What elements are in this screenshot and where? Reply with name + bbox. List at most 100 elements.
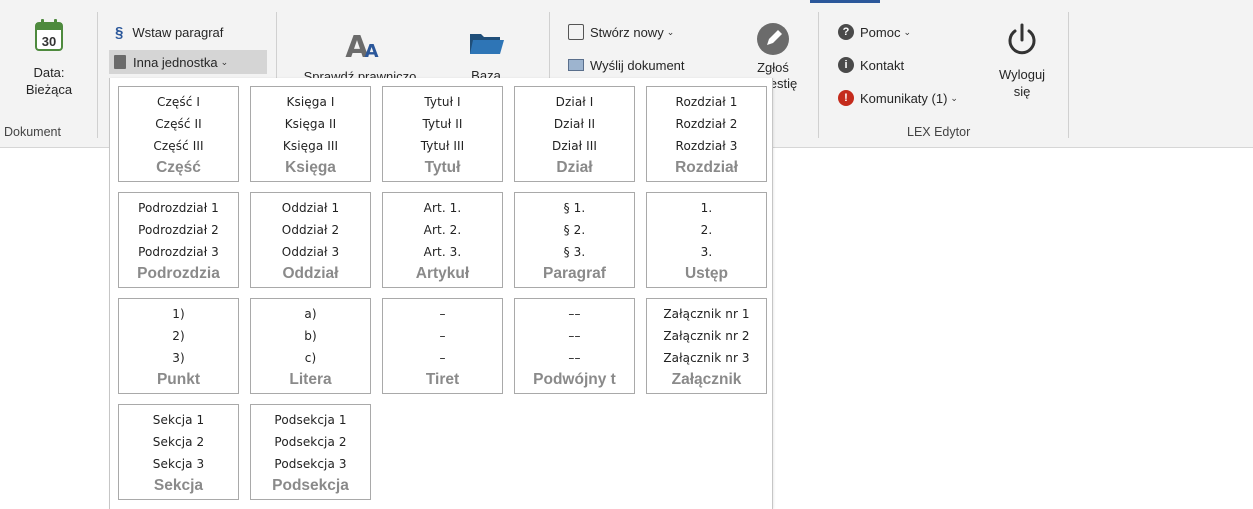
unit-tile-example: Podsekcja 3	[274, 457, 347, 471]
unit-tile-example: Część III	[153, 139, 204, 153]
unit-tile-example: § 2.	[563, 223, 586, 237]
unit-tile-example: Podrozdział 1	[138, 201, 219, 215]
unit-tile-name: Paragraf	[543, 265, 606, 282]
unit-tile[interactable]: Załącznik nr 1 Załącznik nr 2 Załącznik nr…	[646, 298, 767, 394]
unit-tile[interactable]: Sekcja 1 Sekcja 2 Sekcja 3 Sekcja	[118, 404, 239, 500]
check-legal-button[interactable]: AA Sprawdź prawniczo	[304, 30, 417, 84]
unit-tile[interactable]: 1. 2. 3. Ustęp	[646, 192, 767, 288]
unit-tile-example: Art. 1.	[423, 201, 462, 215]
messages-label: Komunikaty (1)	[860, 90, 948, 106]
new-document-icon	[568, 24, 584, 40]
group-separator	[97, 12, 98, 138]
insert-paragraph-button[interactable]: § Wstaw paragraf	[115, 22, 223, 42]
unit-tile[interactable]: Dział I Dział II Dział III Dział	[514, 86, 635, 182]
unit-tile-example: § 3.	[563, 245, 586, 259]
unit-tile[interactable]: Tytuł I Tytuł II Tytuł III Tytuł	[382, 86, 503, 182]
unit-tile-example: Księga III	[282, 139, 339, 153]
active-tab-indicator	[810, 0, 880, 3]
unit-tile-example: Oddział 2	[281, 223, 340, 237]
unit-tile-example: Księga I	[286, 95, 335, 109]
unit-tile[interactable]: § 1. § 2. § 3. Paragraf	[514, 192, 635, 288]
calendar-icon: 30	[35, 19, 63, 51]
other-unit-button[interactable]: Inna jednostka ⌄	[109, 50, 267, 74]
unit-tile-name: Litera	[289, 371, 332, 388]
unit-tile-example: –	[439, 329, 446, 343]
unit-tile-example: Tytuł II	[422, 117, 463, 131]
unit-tile[interactable]: a) b) c) Litera	[250, 298, 371, 394]
unit-tile[interactable]: Oddział 1 Oddział 2 Oddział 3 Oddział	[250, 192, 371, 288]
unit-tile-example: § 1.	[563, 201, 586, 215]
unit-tile-name: Tytuł	[424, 159, 461, 176]
unit-tile-example: –	[439, 307, 446, 321]
unit-tile[interactable]: Rozdział 1 Rozdział 2 Rozdział 3 Rozdział	[646, 86, 767, 182]
base-button[interactable]: Baza	[462, 30, 510, 83]
edit-pencil-icon	[757, 23, 789, 55]
report-label-line1: Zgłoś	[757, 60, 789, 75]
unit-tile-example: 3)	[172, 351, 185, 365]
unit-tile[interactable]: Podsekcja 1 Podsekcja 2 Podsekcja 3 Podsekc…	[250, 404, 371, 500]
send-document-button[interactable]: Wyślij dokument	[568, 55, 685, 75]
unit-tile-name: Punkt	[156, 371, 201, 388]
power-icon	[1008, 23, 1036, 55]
unit-tile-name: Podwójny t	[533, 371, 616, 388]
create-new-label: Stwórz nowy	[590, 24, 664, 40]
unit-tile-name: Sekcja	[153, 477, 204, 494]
unit-tile-name: Ustęp	[684, 265, 729, 282]
unit-tile-name: Część	[156, 159, 201, 176]
folder-icon	[470, 34, 504, 54]
unit-tile-name: Podrozdzia	[137, 265, 220, 282]
document-list-icon	[114, 55, 126, 69]
help-label: Pomoc	[860, 24, 901, 40]
unit-tile-example: ––	[568, 329, 581, 343]
group-label-lex-edytor: LEX Edytor	[907, 125, 971, 139]
unit-tile[interactable]: Art. 1. Art. 2. Art. 3. Artykuł	[382, 192, 503, 288]
calendar-day: 30	[42, 34, 56, 49]
help-button[interactable]: ? Pomoc ⌄	[838, 22, 911, 42]
unit-tile-example: 1)	[172, 307, 185, 321]
unit-tile-name: Dział	[556, 159, 593, 176]
paragraph-icon: §	[115, 23, 124, 41]
contact-button[interactable]: i Kontakt	[838, 55, 904, 75]
unit-tile-example: Załącznik nr 2	[663, 329, 750, 343]
unit-tile-name: Rozdział	[675, 159, 738, 176]
unit-tile[interactable]: –– –– –– Podwójny t	[514, 298, 635, 394]
unit-tile[interactable]: – – – Tiret	[382, 298, 503, 394]
unit-tile-example: Podrozdział 2	[138, 223, 219, 237]
date-button[interactable]: 30 Data: Bieżąca	[24, 18, 74, 98]
unit-tile-example: c)	[304, 351, 317, 365]
chevron-down-icon: ⌄	[666, 26, 675, 37]
group-separator	[1068, 12, 1069, 138]
info-icon: i	[838, 57, 854, 73]
contact-label: Kontakt	[860, 57, 905, 73]
unit-tile[interactable]: Część I Część II Część III Część	[118, 86, 239, 182]
unit-tile-example: 2)	[172, 329, 185, 343]
unit-tile-example: Sekcja 2	[152, 435, 205, 449]
unit-tile-example: b)	[304, 329, 317, 343]
unit-tile-example: Podsekcja 2	[274, 435, 347, 449]
unit-tile[interactable]: Podrozdział 1 Podrozdział 2 Podrozdział 3 P…	[118, 192, 239, 288]
unit-tile-example: Art. 2.	[423, 223, 462, 237]
messages-button[interactable]: ! Komunikaty (1) ⌄	[838, 88, 958, 108]
logout-button[interactable]: Wyloguj się	[990, 22, 1054, 100]
unit-tile-name: Załącznik	[671, 371, 742, 388]
unit-tile-example: Załącznik nr 3	[663, 351, 750, 365]
chevron-down-icon: ⌄	[220, 56, 229, 67]
send-mail-icon	[568, 59, 584, 71]
date-label-line2: Bieżąca	[25, 82, 73, 97]
create-new-button[interactable]: Stwórz nowy ⌄	[568, 22, 674, 42]
unit-tile-name: Księga	[285, 159, 336, 176]
unit-tile-example: Art. 3.	[423, 245, 462, 259]
chevron-down-icon: ⌄	[950, 92, 958, 103]
unit-tile[interactable]: 1) 2) 3) Punkt	[118, 298, 239, 394]
date-label-line1: Data:	[33, 65, 65, 80]
unit-tile-example: Sekcja 1	[152, 413, 205, 427]
unit-tile-example: ––	[568, 307, 581, 321]
unit-tile-example: 1.	[700, 201, 713, 215]
unit-tile-example: Załącznik nr 1	[663, 307, 750, 321]
unit-tile-example: –	[439, 351, 446, 365]
unit-tile-example: Część I	[157, 95, 200, 109]
insert-paragraph-label: Wstaw paragraf	[132, 24, 224, 40]
unit-tile-name: Podsekcja	[272, 477, 349, 494]
unit-tile-name: Oddział	[282, 265, 339, 282]
unit-tile[interactable]: Księga I Księga II Księga III Księga	[250, 86, 371, 182]
